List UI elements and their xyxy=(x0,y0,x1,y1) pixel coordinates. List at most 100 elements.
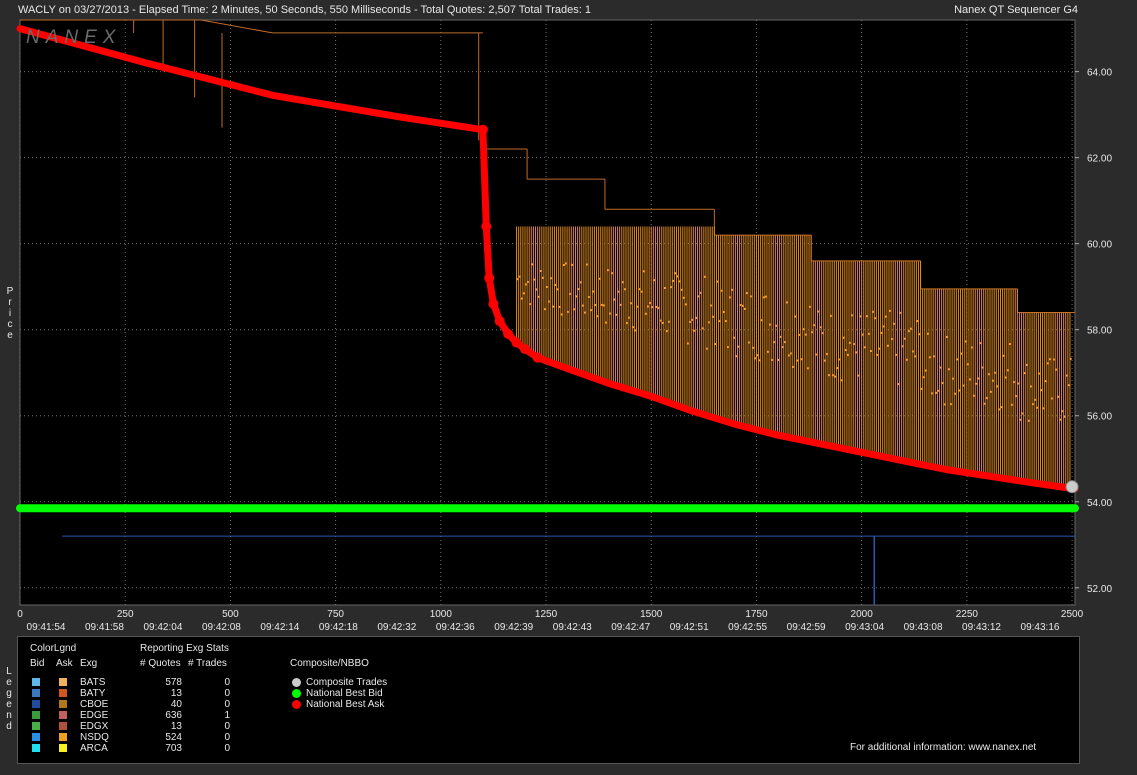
ask-point xyxy=(511,337,522,348)
exchange-quotes: 524 xyxy=(165,732,182,743)
composite-color-dot xyxy=(292,689,301,698)
col-trades-header: # Trades xyxy=(188,658,227,669)
legend-letter: g xyxy=(6,688,12,699)
time-label: 09:42:59 xyxy=(787,622,826,633)
exchange-name: EDGX xyxy=(80,721,109,732)
y-tick-label: 56.00 xyxy=(1087,412,1112,423)
bid-color-swatch xyxy=(32,678,40,686)
col-ask-header: Ask xyxy=(56,658,73,669)
exchange-trades: 0 xyxy=(224,732,230,743)
time-label: 09:42:08 xyxy=(202,622,241,633)
bid-color-swatch xyxy=(32,744,40,752)
x-tick-label: 750 xyxy=(327,609,344,620)
ask-point xyxy=(519,344,530,355)
exchange-trades: 0 xyxy=(224,699,230,710)
exchange-trades: 0 xyxy=(224,688,230,699)
composite-label: Composite Trades xyxy=(306,677,388,688)
composite-nbbo-title: Composite/NBBO xyxy=(290,658,369,669)
legend-letter: n xyxy=(6,710,12,721)
x-axis: 0 250 500 750 1000 1250 1500 1750 2000 2250 2500 xyxy=(17,609,1083,620)
ask-point xyxy=(484,273,495,284)
nanex-watermark: NANEX xyxy=(26,27,121,48)
col-exg-header: Exg xyxy=(80,658,98,669)
bid-color-swatch xyxy=(32,733,40,741)
time-label: 09:42:51 xyxy=(670,622,709,633)
exchange-trades: 1 xyxy=(224,710,230,721)
legend-panel: ColorLgnd Reporting Exg Stats Bid Ask Ex… xyxy=(17,636,1080,764)
composite-color-dot xyxy=(292,700,301,709)
y-tick-label: 52.00 xyxy=(1087,584,1112,595)
ask-point xyxy=(481,221,492,232)
reporting-stats-label: Reporting Exg Stats xyxy=(140,643,229,654)
bid-color-swatch xyxy=(32,689,40,697)
footer-link[interactable]: For additional information: www.nanex.ne… xyxy=(850,742,1036,753)
ask-point xyxy=(488,298,499,309)
y-axis: 52.00 54.00 56.00 58.00 60.00 62.00 64.00 xyxy=(1075,68,1112,595)
ask-point xyxy=(494,316,505,327)
exchange-trades: 0 xyxy=(224,677,230,688)
x-tick-label: 1750 xyxy=(745,609,768,620)
exchange-name: NSDQ xyxy=(80,732,109,743)
composite-label: National Best Ask xyxy=(306,699,385,710)
time-axis: 09:41:54 09:41:58 09:42:04 09:42:08 09:42:14… xyxy=(27,622,1060,633)
bid-color-swatch xyxy=(32,722,40,730)
time-label: 09:43:08 xyxy=(904,622,943,633)
composite-trade-point xyxy=(1065,480,1079,494)
ask-point xyxy=(503,329,514,340)
time-label: 09:42:14 xyxy=(260,622,299,633)
exchange-quotes: 703 xyxy=(165,743,182,754)
x-tick-label: 1250 xyxy=(535,609,558,620)
y-tick-label: 62.00 xyxy=(1087,154,1112,165)
x-tick-label: 1000 xyxy=(430,609,453,620)
time-label: 09:42:04 xyxy=(143,622,182,633)
legend-letter: e xyxy=(6,699,12,710)
exchange-trades: 0 xyxy=(224,743,230,754)
x-tick-label: 2000 xyxy=(851,609,874,620)
time-label: 09:42:47 xyxy=(611,622,650,633)
col-quotes-header: # Quotes xyxy=(140,658,181,669)
price-chart: NANEX 52.00 54.00 56.00 58.00 60.00 62.00 64.0… xyxy=(16,19,1112,633)
bid-color-swatch xyxy=(32,700,40,708)
ask-color-swatch xyxy=(59,689,67,697)
bid-color-swatch xyxy=(32,711,40,719)
y-tick-label: 60.00 xyxy=(1087,240,1112,251)
ask-color-swatch xyxy=(59,700,67,708)
time-label: 09:42:39 xyxy=(494,622,533,633)
exchange-quotes: 578 xyxy=(165,677,182,688)
exchange-quotes: 40 xyxy=(170,699,182,710)
time-label: 09:42:43 xyxy=(553,622,592,633)
exchange-quotes: 13 xyxy=(170,688,182,699)
legend-letter: d xyxy=(6,721,12,732)
y-tick-label: 58.00 xyxy=(1087,326,1112,337)
color-legend-label: ColorLgnd xyxy=(30,643,77,654)
time-label: 09:42:36 xyxy=(436,622,475,633)
ask-color-swatch xyxy=(59,722,67,730)
x-tick-label: 2500 xyxy=(1061,609,1084,620)
ask-color-swatch xyxy=(59,711,67,719)
x-tick-label: 2250 xyxy=(956,609,979,620)
time-label: 09:42:55 xyxy=(728,622,767,633)
time-label: 09:43:12 xyxy=(962,622,1001,633)
time-label: 09:43:04 xyxy=(845,622,884,633)
time-label: 09:43:16 xyxy=(1021,622,1060,633)
y-tick-label: 54.00 xyxy=(1087,498,1112,509)
exchange-name: EDGE xyxy=(80,710,109,721)
exchange-name: ARCA xyxy=(80,743,108,754)
ask-color-swatch xyxy=(59,678,67,686)
x-tick-label: 1500 xyxy=(640,609,663,620)
exchange-name: BATY xyxy=(80,688,106,699)
time-label: 09:42:18 xyxy=(319,622,358,633)
time-label: 09:42:32 xyxy=(377,622,416,633)
legend-letter: e xyxy=(6,677,12,688)
ask-point xyxy=(532,352,543,363)
ask-point xyxy=(477,124,488,135)
ask-color-swatch xyxy=(59,733,67,741)
exchange-trades: 0 xyxy=(224,721,230,732)
time-label: 09:41:54 xyxy=(27,622,66,633)
exchange-name: BATS xyxy=(80,677,106,688)
time-label: 09:41:58 xyxy=(85,622,124,633)
y-tick-label: 64.00 xyxy=(1087,68,1112,79)
legend-letter: L xyxy=(6,666,12,677)
exchange-name: CBOE xyxy=(80,699,109,710)
col-bid-header: Bid xyxy=(30,658,45,669)
